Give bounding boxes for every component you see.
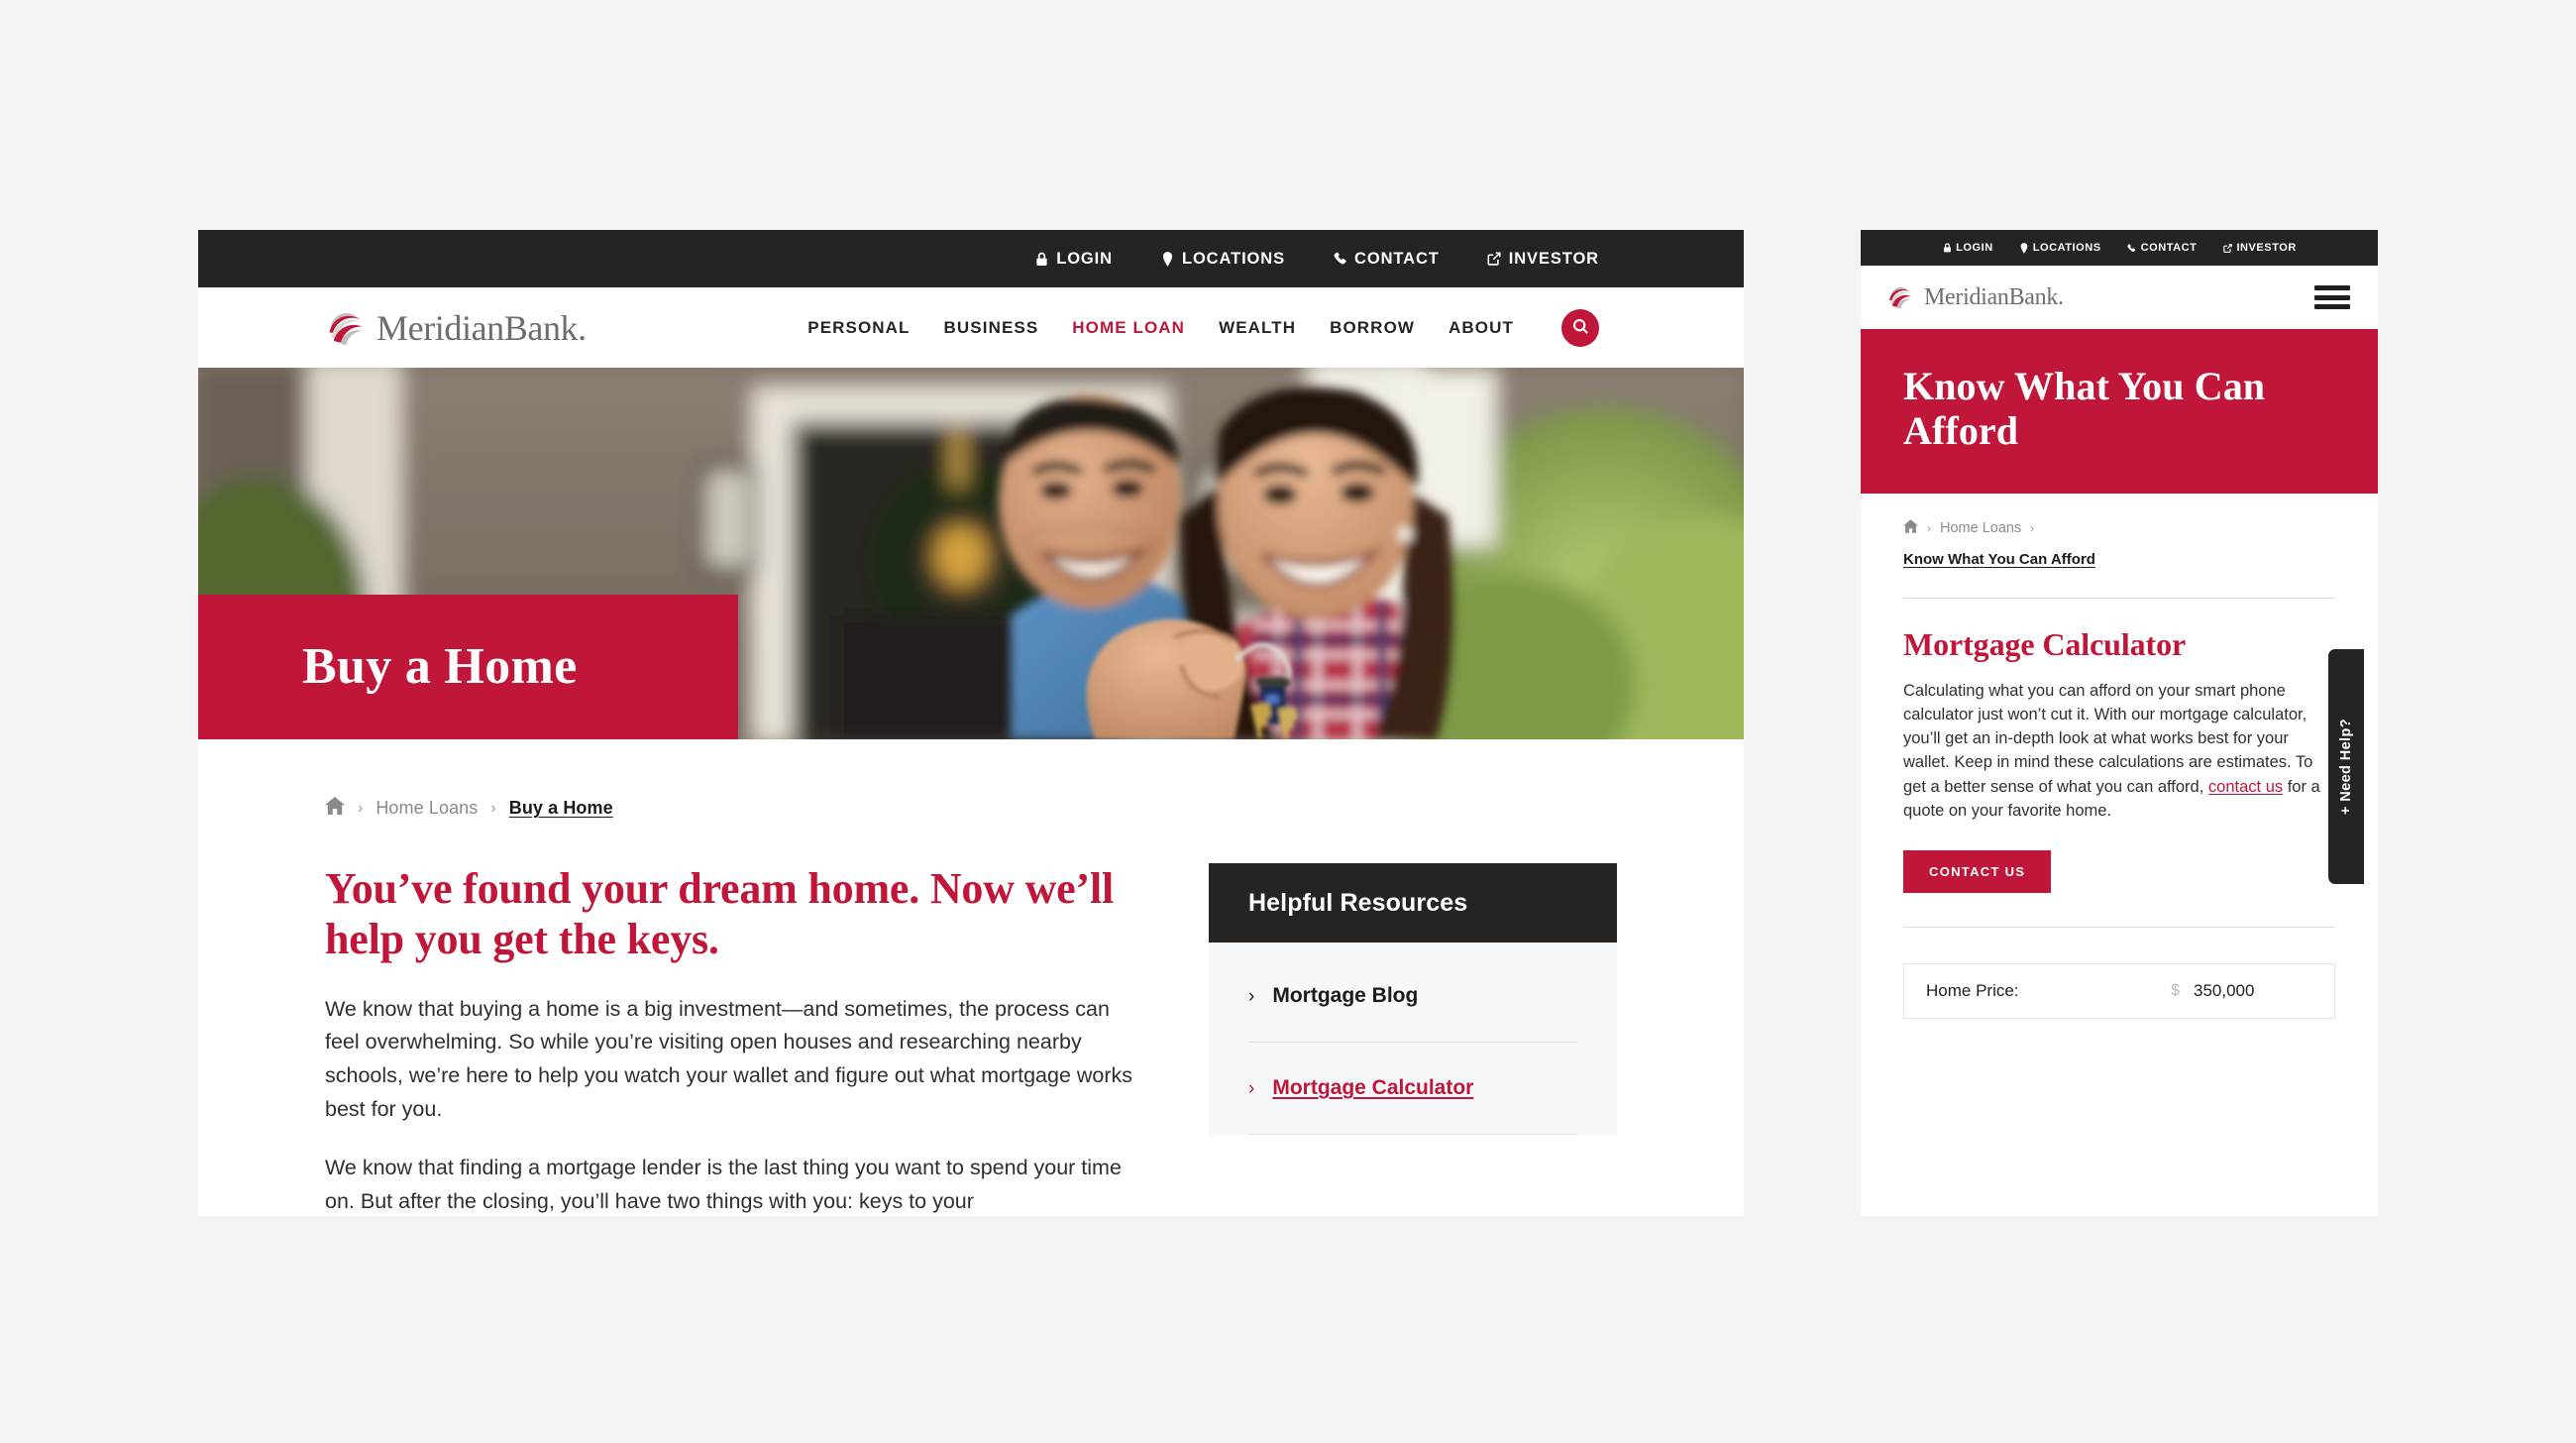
nav-item-home-loan[interactable]: HOME LOAN xyxy=(1072,318,1185,338)
need-help-tab[interactable]: + Need Help? xyxy=(2328,649,2364,884)
mobile-breadcrumb-home-link[interactable] xyxy=(1903,518,1918,538)
resource-link-mortgage-blog[interactable]: › Mortgage Blog xyxy=(1248,943,1577,1043)
utility-link-investor-label: INVESTOR xyxy=(1508,249,1599,268)
utility-link-locations-label: LOCATIONS xyxy=(1181,249,1286,268)
lock-icon xyxy=(1942,242,1952,254)
phone-icon xyxy=(1333,251,1347,268)
mobile-utility-link-investor[interactable]: INVESTOR xyxy=(2222,242,2296,254)
nav-item-borrow[interactable]: BORROW xyxy=(1330,318,1415,338)
home-price-field-row: Home Price: $ xyxy=(1903,963,2335,1020)
utility-bar: LOGIN LOCATIONS CONTACT INVESTOR xyxy=(198,230,1744,287)
brand-wordmark: MeridianBank. xyxy=(376,307,587,348)
hero-banner: Buy a Home xyxy=(198,368,1744,739)
home-price-input[interactable] xyxy=(2192,980,2312,1003)
breadcrumb-item-home-loans[interactable]: Home Loans xyxy=(376,798,478,819)
brand-logo-link[interactable]: MeridianBank. xyxy=(325,307,587,349)
utility-link-login[interactable]: LOGIN xyxy=(1034,250,1113,269)
sidebar-column: Helpful Resources › Mortgage Blog › Mort… xyxy=(1209,863,1617,1216)
resource-link-mortgage-calculator[interactable]: › Mortgage Calculator xyxy=(1248,1043,1577,1135)
utility-link-investor[interactable]: INVESTOR xyxy=(1487,250,1599,269)
utility-link-contact[interactable]: CONTACT xyxy=(1333,250,1440,269)
map-pin-icon xyxy=(2019,242,2029,254)
article-paragraph-2: We know that finding a mortgage lender i… xyxy=(325,1156,1122,1213)
home-price-label: Home Price: xyxy=(1926,981,2019,1001)
desktop-browser-viewport: LOGIN LOCATIONS CONTACT INVESTOR Meridia… xyxy=(198,230,1744,1216)
search-icon xyxy=(1571,317,1590,339)
currency-symbol: $ xyxy=(2171,982,2180,1000)
utility-link-contact-label: CONTACT xyxy=(1354,249,1440,268)
mobile-brand-logo-link[interactable]: MeridianBank. xyxy=(1886,283,2064,311)
mobile-utility-investor-label: INVESTOR xyxy=(2236,242,2297,254)
breadcrumb-separator: › xyxy=(358,799,364,817)
resource-label: Mortgage Blog xyxy=(1272,984,1419,1007)
search-button[interactable] xyxy=(1561,308,1599,347)
breadcrumb-separator: › xyxy=(1927,521,1931,536)
helpful-resources-list: › Mortgage Blog › Mortgage Calculator xyxy=(1209,943,1617,1135)
mobile-utility-bar: LOGIN LOCATIONS CONTACT INVESTOR xyxy=(1861,230,2378,266)
nav-item-personal[interactable]: PERSONAL xyxy=(807,318,910,338)
contact-us-inline-link[interactable]: contact us xyxy=(2208,778,2283,796)
mobile-utility-contact-label: CONTACT xyxy=(2140,242,2198,254)
mobile-utility-link-locations[interactable]: LOCATIONS xyxy=(2019,242,2101,254)
mobile-utility-locations-label: LOCATIONS xyxy=(2032,242,2101,254)
mobile-utility-link-contact[interactable]: CONTACT xyxy=(2127,242,2198,254)
map-pin-icon xyxy=(1160,251,1175,268)
breadcrumb: › Home Loans › Buy a Home xyxy=(198,739,1744,820)
divider xyxy=(1903,597,2335,599)
breadcrumb-separator: › xyxy=(2030,521,2035,536)
mobile-utility-login-label: LOGIN xyxy=(1956,242,1993,254)
hamburger-bar xyxy=(2314,304,2350,309)
mobile-hero-banner: Know What You Can Afford xyxy=(1861,329,2378,494)
article-paragraph-1: We know that buying a home is a big inve… xyxy=(325,996,1133,1121)
divider xyxy=(1903,927,2335,929)
utility-link-locations[interactable]: LOCATIONS xyxy=(1160,250,1285,269)
nav-item-business[interactable]: BUSINESS xyxy=(944,318,1039,338)
home-icon xyxy=(325,797,345,819)
mobile-breadcrumb-current[interactable]: Know What You Can Afford xyxy=(1903,551,2095,568)
mobile-brand-wordmark: MeridianBank. xyxy=(1924,283,2064,310)
hero-title: Buy a Home xyxy=(302,638,578,695)
breadcrumb-separator: › xyxy=(490,799,496,817)
hamburger-bar xyxy=(2314,285,2350,290)
article-column: You’ve found your dream home. Now we’ll … xyxy=(325,863,1177,1216)
page-content: You’ve found your dream home. Now we’ll … xyxy=(198,863,1744,1216)
hamburger-bar xyxy=(2314,294,2350,300)
main-navigation-bar: MeridianBank. PERSONAL BUSINESS HOME LOA… xyxy=(198,287,1744,368)
mobile-breadcrumb: › Home Loans › xyxy=(1861,494,2378,538)
mobile-breadcrumb-item-home-loans[interactable]: Home Loans xyxy=(1940,520,2021,536)
resource-label: Mortgage Calculator xyxy=(1272,1076,1474,1099)
hero-title-plate: Buy a Home xyxy=(198,595,738,739)
lock-icon xyxy=(1034,251,1049,268)
mobile-navigation-bar: MeridianBank. xyxy=(1861,266,2378,329)
contact-us-button[interactable]: CONTACT US xyxy=(1903,850,2052,894)
page-title: You’ve found your dream home. Now we’ll … xyxy=(325,864,1115,964)
mobile-section-title: Mortgage Calculator xyxy=(1903,625,2187,662)
mobile-browser-viewport: LOGIN LOCATIONS CONTACT INVESTOR Meridia… xyxy=(1861,230,2378,1216)
chevron-right-icon: › xyxy=(1248,985,1255,1007)
external-link-icon xyxy=(2222,242,2232,254)
phone-icon xyxy=(2127,242,2137,254)
breadcrumb-home-link[interactable] xyxy=(325,797,345,820)
hamburger-menu-icon[interactable] xyxy=(2314,285,2350,309)
mobile-hero-title: Know What You Can Afford xyxy=(1903,364,2266,453)
mobile-section-paragraph: Calculating what you can afford on your … xyxy=(1903,679,2335,824)
chevron-right-icon: › xyxy=(1248,1077,1255,1099)
need-help-tab-label: + Need Help? xyxy=(2338,718,2354,816)
swoosh-globe-icon xyxy=(325,307,367,349)
nav-item-about[interactable]: ABOUT xyxy=(1449,318,1514,338)
primary-nav-links: PERSONAL BUSINESS HOME LOAN WEALTH BORRO… xyxy=(807,308,1599,347)
home-icon xyxy=(1903,518,1918,537)
helpful-resources-title: Helpful Resources xyxy=(1248,888,1468,917)
mobile-utility-link-login[interactable]: LOGIN xyxy=(1942,242,1993,254)
external-link-icon xyxy=(1487,251,1502,268)
breadcrumb-item-current[interactable]: Buy a Home xyxy=(509,798,613,819)
swoosh-globe-icon xyxy=(1886,283,1914,311)
helpful-resources-header: Helpful Resources xyxy=(1209,863,1617,943)
utility-link-login-label: LOGIN xyxy=(1056,249,1113,268)
nav-item-wealth[interactable]: WEALTH xyxy=(1219,318,1296,338)
